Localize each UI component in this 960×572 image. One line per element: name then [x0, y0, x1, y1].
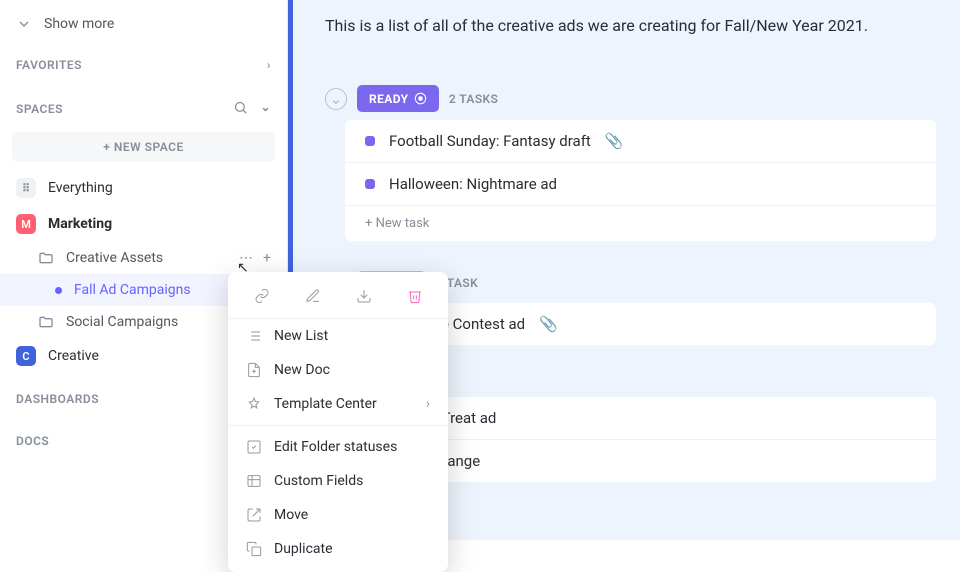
- context-menu: New List New Doc Template Center› Edit F…: [228, 272, 448, 572]
- space-avatar-c: C: [16, 346, 36, 366]
- attachment-icon[interactable]: 📎: [605, 132, 624, 150]
- link-icon[interactable]: [254, 288, 270, 308]
- menu-template-center[interactable]: Template Center›: [228, 387, 448, 421]
- everything-row[interactable]: ⠿ Everything: [0, 170, 287, 206]
- new-space-button[interactable]: + NEW SPACE: [12, 132, 275, 162]
- download-icon[interactable]: [356, 288, 372, 308]
- favorites-header[interactable]: FAVORITES ›: [0, 40, 287, 82]
- chevron-right-icon: ›: [267, 58, 271, 72]
- spaces-header: SPACES ⌄: [0, 82, 287, 128]
- folder-icon: [38, 250, 54, 266]
- menu-new-doc[interactable]: New Doc: [228, 353, 448, 387]
- menu-move[interactable]: Move: [228, 498, 448, 532]
- task-row[interactable]: Football Sunday: Fantasy draft 📎: [345, 120, 936, 163]
- grid-icon: ⠿: [16, 178, 36, 198]
- folder-add-icon[interactable]: +: [263, 250, 271, 266]
- folder-icon: [38, 314, 54, 330]
- new-task-button[interactable]: + New task: [345, 206, 936, 241]
- list-dot-icon: [55, 287, 62, 294]
- show-more[interactable]: Show more: [0, 8, 287, 40]
- menu-edit-statuses[interactable]: Edit Folder statuses: [228, 430, 448, 464]
- group-ready: ⌄ READY ⦿ 2 TASKS Football Sunday: Fanta…: [325, 85, 936, 241]
- chevron-down-icon: [16, 16, 32, 32]
- task-status-square[interactable]: [365, 179, 375, 189]
- menu-duplicate[interactable]: Duplicate: [228, 532, 448, 566]
- task-status-square[interactable]: [365, 136, 375, 146]
- menu-new-list[interactable]: New List: [228, 319, 448, 353]
- status-pill-ready[interactable]: READY ⦿: [357, 85, 439, 112]
- marketing-space[interactable]: M Marketing: [0, 206, 287, 242]
- collapse-toggle[interactable]: ⌄: [325, 88, 347, 110]
- task-row[interactable]: Halloween: Nightmare ad: [345, 163, 936, 206]
- space-avatar-m: M: [16, 214, 36, 234]
- search-icon[interactable]: [233, 100, 248, 118]
- chevron-right-icon: ›: [426, 396, 430, 412]
- menu-custom-fields[interactable]: Custom Fields: [228, 464, 448, 498]
- cursor-icon: ↖: [237, 260, 249, 276]
- list-description: This is a list of all of the creative ad…: [317, 16, 936, 35]
- task-count: 2 TASKS: [449, 92, 498, 106]
- attachment-icon[interactable]: 📎: [539, 315, 558, 333]
- chevron-down-icon[interactable]: ⌄: [260, 100, 271, 118]
- trash-icon[interactable]: [407, 288, 423, 308]
- check-circle-icon: ⦿: [414, 90, 426, 107]
- edit-icon[interactable]: [305, 288, 321, 308]
- menu-separator: [228, 425, 448, 426]
- show-more-label: Show more: [44, 16, 114, 32]
